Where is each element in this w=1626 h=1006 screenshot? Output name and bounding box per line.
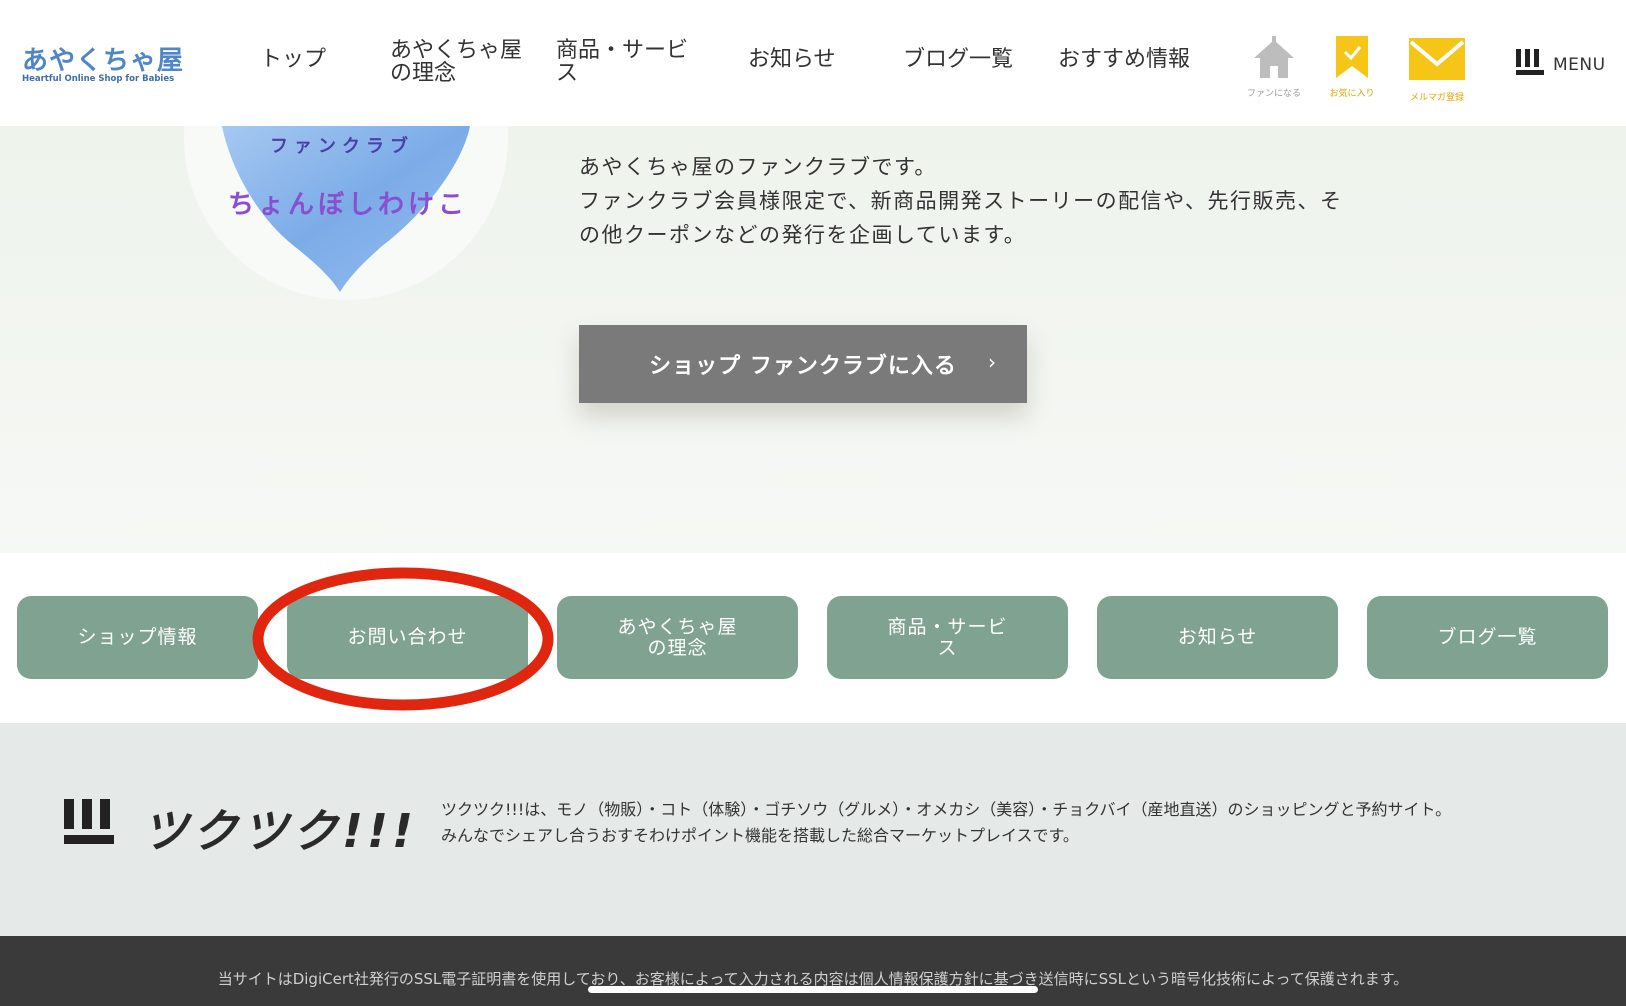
- description-line: ツクツク!!!は、モノ（物販）・コト（体験）・ゴチソウ（グルメ）・オメカシ（美容…: [441, 800, 1452, 819]
- house-icon: [1254, 36, 1294, 78]
- nav-philosophy-line1: あやくちゃ屋: [390, 38, 523, 63]
- nav-blog[interactable]: ブログ一覧: [903, 47, 1013, 72]
- newsletter-button[interactable]: メルマガ登録: [1398, 34, 1476, 103]
- mail-icon: [1409, 38, 1465, 80]
- heart-label-name: ちょんぼしわけこ: [228, 190, 469, 220]
- tab-philosophy[interactable]: あやくちゃ屋 の理念: [557, 596, 798, 679]
- nav-products-line2: ス: [556, 61, 579, 87]
- bookmark-icon: [1336, 36, 1368, 78]
- menu-button[interactable]: MENU: [1515, 48, 1605, 80]
- fan-label: ファンになる: [1246, 89, 1301, 99]
- description-line: あやくちゃ屋のファンクラブです。: [579, 155, 937, 179]
- description-line: ファンクラブ会員様限定で、新商品開発ストーリーの配信や、先行販売、そ: [579, 189, 1343, 213]
- tab-label-line2: ス: [937, 636, 958, 659]
- nav-recommend[interactable]: おすすめ情報: [1058, 47, 1190, 72]
- footer-bar: 当サイトはDigiCert社発行のSSL電子証明書を使用しており、お客様によって…: [0, 936, 1626, 1006]
- fan-button[interactable]: ファンになる: [1238, 34, 1310, 99]
- tsukutsuku-brand: ツクツク!!!: [142, 804, 417, 858]
- tab-label: お問い合わせ: [347, 626, 468, 649]
- menu-label: MENU: [1553, 55, 1606, 75]
- nav-products-line1: 商品・サービ: [556, 38, 689, 63]
- site-header: あやくちゃ屋 Heartful Online Shop for Babies ト…: [0, 0, 1626, 126]
- logo-text: あやくちゃ屋: [22, 46, 185, 76]
- nav-products[interactable]: 商品・サービ ス: [556, 39, 688, 85]
- tab-label: ショップ情報: [77, 626, 198, 649]
- nav-philosophy[interactable]: あやくちゃ屋 の理念: [390, 39, 522, 85]
- fanclub-description: あやくちゃ屋のファンクラブです。 ファンクラブ会員様限定で、新商品開発ストーリー…: [579, 150, 1439, 252]
- home-indicator[interactable]: [588, 986, 1038, 993]
- tab-news[interactable]: お知らせ: [1097, 596, 1338, 679]
- join-fanclub-label: ショップ ファンクラブに入る: [649, 354, 957, 379]
- tab-products[interactable]: 商品・サービ ス: [827, 596, 1068, 679]
- nav-top[interactable]: トップ: [260, 47, 326, 72]
- logo-tagline: Heartful Online Shop for Babies: [22, 74, 175, 84]
- tab-label: お知らせ: [1177, 626, 1258, 649]
- heart-label-fanclub: ファンクラブ: [270, 136, 414, 157]
- description-line: の他クーポンなどの発行を企画しています。: [579, 223, 1027, 247]
- join-fanclub-button[interactable]: ショップ ファンクラブに入る ›: [579, 325, 1027, 403]
- tsukutsuku-menu-icon: [1516, 49, 1544, 75]
- shop-nav-tabs: ショップ情報 お問い合わせ あやくちゃ屋 の理念 商品・サービ ス お知らせ ブ…: [0, 553, 1626, 723]
- tab-contact[interactable]: お問い合わせ: [287, 596, 528, 679]
- fanclub-section: ファンクラブ ちょんぼしわけこ あやくちゃ屋のファンクラブです。 ファンクラブ会…: [0, 0, 1626, 553]
- nav-philosophy-line2: の理念: [390, 61, 457, 87]
- favorite-label: お気に入り: [1329, 89, 1375, 99]
- tab-blog[interactable]: ブログ一覧: [1367, 596, 1608, 679]
- favorite-button[interactable]: お気に入り: [1316, 34, 1388, 99]
- tsukutsuku-description: ツクツク!!!は、モノ（物販）・コト（体験）・ゴチソウ（グルメ）・オメカシ（美容…: [441, 797, 1451, 849]
- description-line: みんなでシェアし合うおすそわけポイント機能を搭載した総合マーケットプレイスです。: [441, 826, 1079, 845]
- chevron-right-icon: ›: [988, 350, 997, 374]
- tab-label-line1: あやくちゃ屋: [617, 615, 738, 638]
- tab-label-line1: 商品・サービ: [887, 615, 1008, 638]
- tsukutsuku-info: ツクツク!!! ツクツク!!!は、モノ（物販）・コト（体験）・ゴチソウ（グルメ）…: [0, 723, 1626, 936]
- tab-label: ブログ一覧: [1437, 626, 1538, 649]
- site-logo[interactable]: あやくちゃ屋 Heartful Online Shop for Babies: [22, 40, 192, 90]
- nav-news[interactable]: お知らせ: [748, 47, 836, 72]
- tab-shop-info[interactable]: ショップ情報: [17, 596, 258, 679]
- tsukutsuku-logo-icon: [64, 799, 114, 844]
- newsletter-label: メルマガ登録: [1409, 93, 1464, 103]
- tab-label-line2: の理念: [647, 636, 708, 659]
